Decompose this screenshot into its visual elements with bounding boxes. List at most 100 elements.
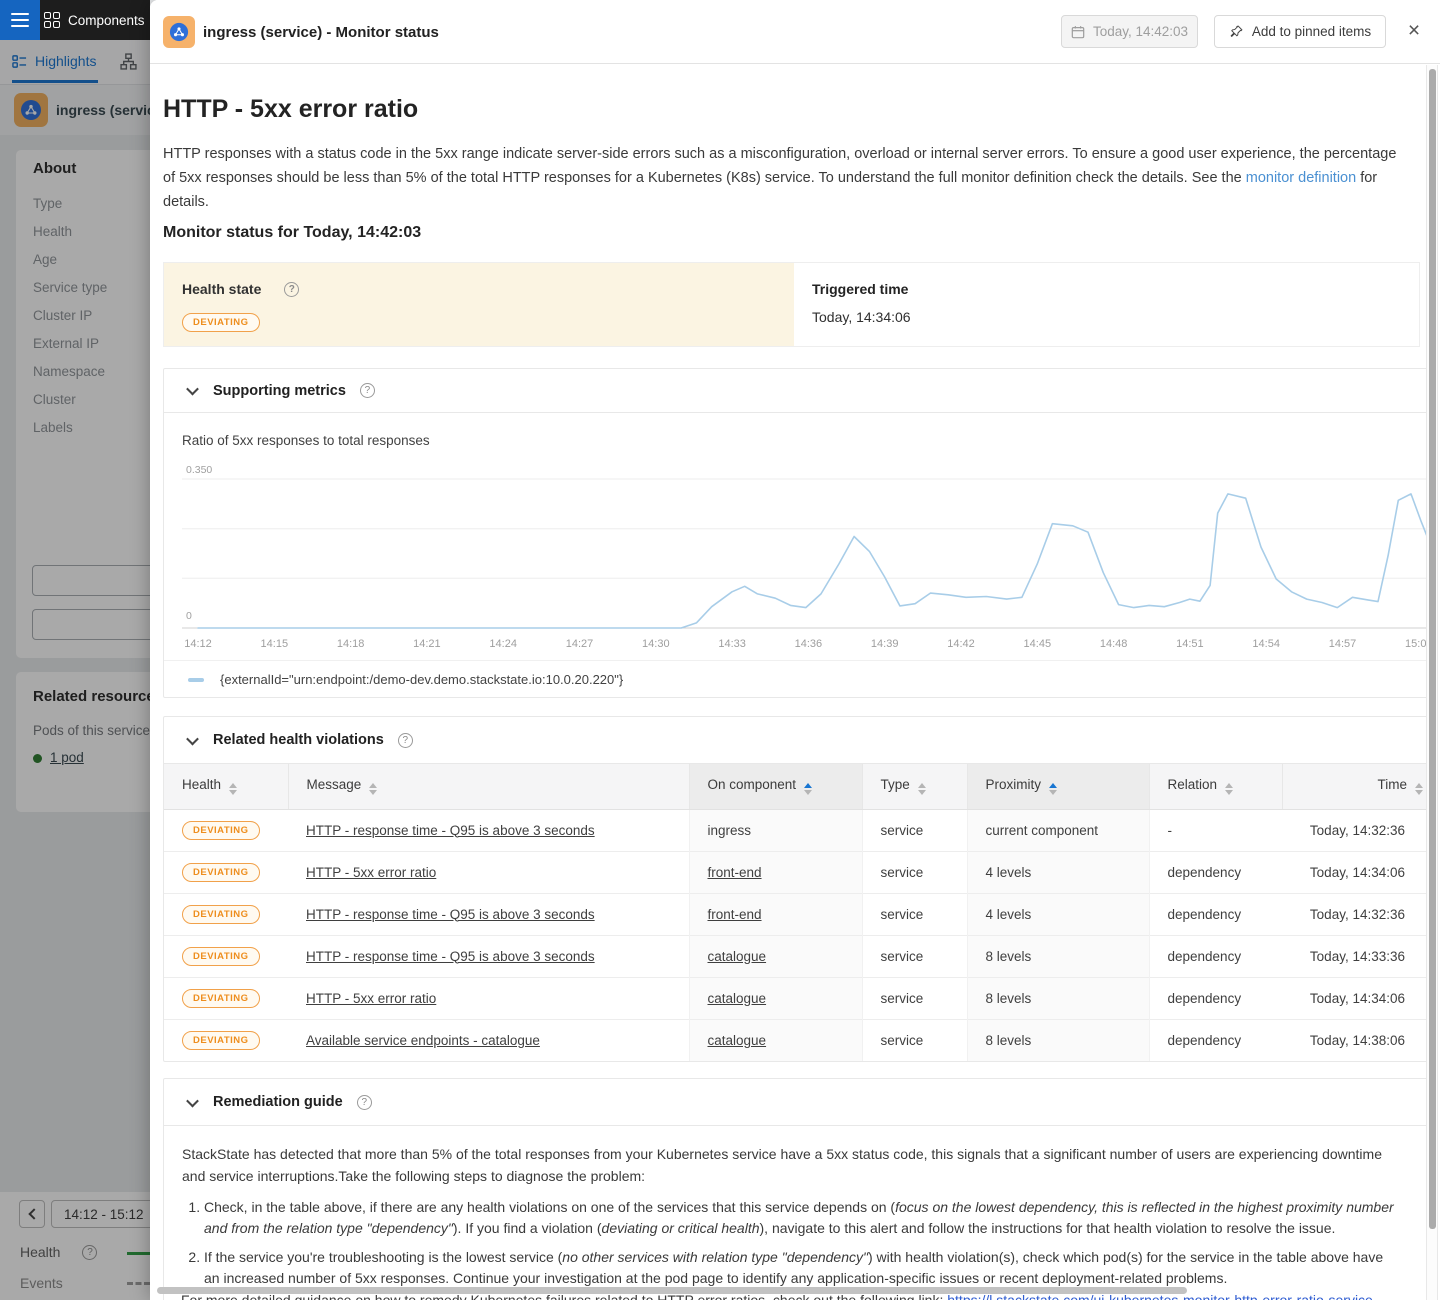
service-monitor-icon [163,16,195,48]
page: Components Highlights [0,0,1440,1300]
violation-message-link[interactable]: HTTP - 5xx error ratio [306,991,436,1006]
column-header-type[interactable]: Type [862,764,967,809]
violations-title: Related health violations [213,732,384,748]
violation-message-link[interactable]: HTTP - response time - Q95 is above 3 se… [306,823,595,838]
sort-icon [918,783,926,795]
health-badge: DEVIATING [182,1031,260,1050]
datetime-picker-button[interactable]: Today, 14:42:03 [1061,15,1198,48]
table-row: DEVIATING HTTP - 5xx error ratio catalogue… [164,977,1437,1019]
violation-message-link[interactable]: HTTP - response time - Q95 is above 3 se… [306,907,595,922]
proximity-cell: 4 levels [967,851,1149,893]
hamburger-icon [11,13,29,15]
component-link[interactable]: catalogue [708,1033,767,1048]
supporting-metrics-title: Supporting metrics [213,383,346,399]
sort-icon [369,783,377,795]
modal-backdrop [0,40,150,1300]
proximity-cell: current component [967,809,1149,851]
sort-icon [1049,783,1057,795]
type-cell: service [862,935,967,977]
table-header-row: HealthMessageOn componentTypeProximityRe… [164,764,1437,809]
vertical-scrollbar-thumb[interactable] [1429,69,1436,1229]
y-axis-max-label: 0.350 [186,464,212,476]
column-header-on-component[interactable]: On component [689,764,862,809]
relation-cell: - [1149,809,1282,851]
remediation-intro: StackState has detected that more than 5… [182,1143,1400,1187]
type-cell: service [862,893,967,935]
table-row: DEVIATING Available service endpoints - c… [164,1019,1437,1061]
x-axis-tick: 14:36 [795,638,823,650]
health-badge: DEVIATING [182,821,260,840]
add-to-pinned-items-button[interactable]: Add to pinned items [1214,15,1386,48]
proximity-cell: 4 levels [967,893,1149,935]
proximity-cell: 8 levels [967,977,1149,1019]
violations-header: Related health violations ? [164,717,1436,764]
x-axis-tick: 14:30 [642,638,670,650]
collapse-chevron-icon[interactable] [186,1094,199,1107]
x-axis-tick: 14:54 [1252,638,1280,650]
time-cell: Today, 14:32:36 [1282,809,1437,851]
x-axis-tick: 14:48 [1100,638,1128,650]
top-navigation-bar: Components [0,0,150,40]
violation-message-link[interactable]: HTTP - 5xx error ratio [306,865,436,880]
type-cell: service [862,977,967,1019]
time-cell: Today, 14:33:36 [1282,935,1437,977]
chart-legend: {externalId="urn:endpoint:/demo-dev.demo… [164,660,1436,698]
violation-message-link[interactable]: Available service endpoints - catalogue [306,1033,540,1048]
vertical-scrollbar[interactable] [1426,65,1438,1300]
monitor-description: HTTP responses with a status code in the… [163,142,1411,214]
monitor-heading: HTTP - 5xx error ratio [163,95,418,124]
type-cell: service [862,851,967,893]
column-header-relation[interactable]: Relation [1149,764,1282,809]
components-grid-icon [44,12,60,28]
component-link[interactable]: catalogue [708,991,767,1006]
x-axis-tick: 14:15 [261,638,289,650]
column-header-time[interactable]: Time [1282,764,1437,809]
supporting-metrics-help-icon[interactable]: ? [360,383,375,398]
supporting-metrics-section: Supporting metrics ? Ratio of 5xx respon… [163,368,1437,698]
chart-series-line [198,494,1437,628]
component-link[interactable]: front-end [708,865,762,880]
remediation-step: Check, in the table above, if there are … [204,1197,1401,1238]
remediation-help-icon[interactable]: ? [357,1095,372,1110]
column-header-message[interactable]: Message [288,764,689,809]
collapse-chevron-icon[interactable] [186,732,199,745]
violation-message-link[interactable]: HTTP - response time - Q95 is above 3 se… [306,949,595,964]
hamburger-menu-button[interactable] [0,0,40,40]
modal-header: ingress (service) - Monitor status Today… [150,0,1440,64]
sort-icon [804,783,812,795]
health-state-cell: Health state ? DEVIATING [164,263,794,346]
health-badge: DEVIATING [182,989,260,1008]
column-header-health[interactable]: Health [164,764,288,809]
monitor-status-heading: Monitor status for Today, 14:42:03 [163,224,421,242]
proximity-cell: 8 levels [967,935,1149,977]
component-link[interactable]: catalogue [708,949,767,964]
chart-title: Ratio of 5xx responses to total response… [182,433,430,448]
table-row: DEVIATINGHTTP - 5xx error ratiofront-end… [164,851,1437,893]
time-cell: Today, 14:38:06 [1282,1019,1437,1061]
relation-cell: dependency [1149,893,1282,935]
horizontal-scrollbar-thumb[interactable] [157,1287,1187,1294]
nav-item-components[interactable]: Components [44,0,150,40]
sort-icon [1225,783,1233,795]
x-axis-tick: 14:45 [1024,638,1052,650]
close-button[interactable]: × [1400,17,1428,45]
x-axis-tick: 14:27 [566,638,594,650]
remediation-guide-section: Remediation guide ? StackState has detec… [163,1078,1437,1300]
modal-title: ingress (service) - Monitor status [203,0,439,64]
nav-item-components-label: Components [68,13,145,28]
time-cell: Today, 14:32:36 [1282,893,1437,935]
x-axis-tick: 14:33 [718,638,746,650]
collapse-chevron-icon[interactable] [186,383,199,396]
column-header-proximity[interactable]: Proximity [967,764,1149,809]
table-row: DEVIATINGHTTP - response time - Q95 is a… [164,893,1437,935]
violations-help-icon[interactable]: ? [398,733,413,748]
proximity-cell: 8 levels [967,1019,1149,1061]
health-state-help-icon[interactable]: ? [284,282,299,297]
calendar-icon [1071,25,1085,39]
relation-cell: dependency [1149,851,1282,893]
component-link[interactable]: front-end [708,907,762,922]
y-axis-min-label: 0 [186,610,192,622]
monitor-definition-link[interactable]: monitor definition [1246,170,1356,186]
relation-cell: dependency [1149,977,1282,1019]
relation-cell: dependency [1149,935,1282,977]
